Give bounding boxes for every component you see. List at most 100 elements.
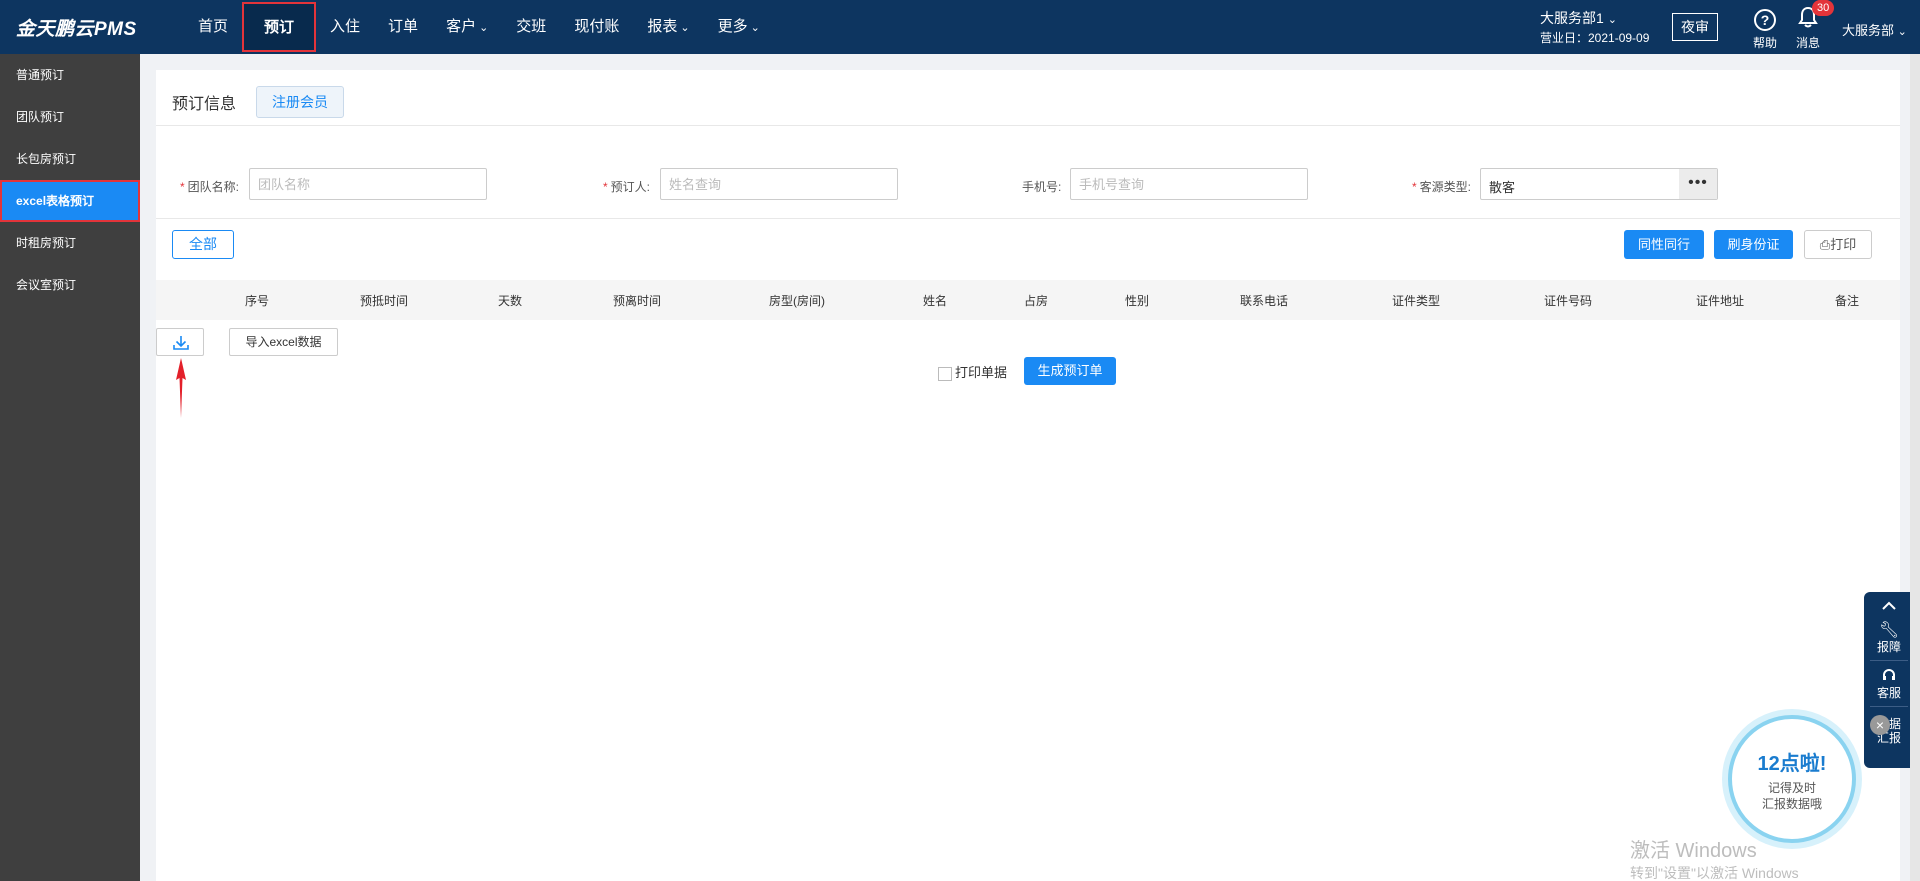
generate-order-button[interactable]: 生成预订单 <box>1024 357 1116 385</box>
col-header: 联系电话 <box>1239 294 1289 308</box>
register-member-button[interactable]: 注册会员 <box>256 86 344 118</box>
sidebar-item-excel-booking[interactable]: excel表格预订 <box>0 180 140 222</box>
booking-form: *团队名称: *预订人: 手机号: *客源类型: 散客 ••• <box>156 168 1900 208</box>
col-header: 证件地址 <box>1695 294 1745 308</box>
chevron-down-icon: ⌄ <box>1897 26 1907 38</box>
col-header: 证件类型 <box>1391 294 1441 308</box>
data-report-label-2: 汇报 <box>1876 731 1901 745</box>
help-label: 帮助 <box>1752 36 1777 50</box>
source-type-value: 散客 <box>1489 180 1516 195</box>
col-header: 预离时间 <box>612 294 662 308</box>
all-filter-button[interactable]: 全部 <box>172 230 234 259</box>
nav-label: 现付账 <box>574 18 620 35</box>
data-report-reminder[interactable]: 12点啦! 记得及时 汇报数据哦 <box>1728 715 1856 843</box>
source-type-label: * 客源类型: <box>1412 180 1472 194</box>
panel-title: 预订信息 <box>172 96 237 113</box>
print-receipt-label: 打印单据 <box>955 365 1008 380</box>
dept-name: 大服务部1 <box>1540 10 1604 26</box>
customer-service-label: 客服 <box>1876 686 1901 700</box>
reminder-line-1: 记得及时 <box>1767 781 1816 795</box>
messages-button[interactable]: 30 消息 <box>1788 0 1835 51</box>
nav-checkin[interactable]: 入住 <box>316 0 374 54</box>
nav-label: 预订 <box>264 19 295 36</box>
swipe-id-button[interactable]: 刷身份证 <box>1714 230 1793 259</box>
import-excel-button[interactable]: 导入excel数据 <box>229 328 338 356</box>
peer-button[interactable]: 同性同行 <box>1624 230 1704 259</box>
col-header: 证件号码 <box>1543 294 1593 308</box>
nav-cash-account[interactable]: 现付账 <box>560 0 633 54</box>
sidebar-item-team-booking[interactable]: 团队预订 <box>0 96 140 138</box>
nav-label: 更多 <box>717 18 748 35</box>
nav-orders[interactable]: 订单 <box>374 0 432 54</box>
nav-shift[interactable]: 交班 <box>502 0 560 54</box>
source-type-select[interactable]: 散客 ••• <box>1480 168 1718 200</box>
windows-activation-watermark: 激活 Windows 转到"设置"以激活 Windows <box>1630 840 1799 881</box>
chevron-down-icon: ⌄ <box>1607 14 1617 26</box>
wrench-icon: 🔧︎ <box>1878 622 1900 639</box>
phone-input[interactable] <box>1070 168 1308 200</box>
divider <box>156 218 1900 219</box>
nav-label: 订单 <box>388 18 419 35</box>
headset-icon <box>1864 667 1914 686</box>
help-button[interactable]: ? 帮助 <box>1745 6 1785 51</box>
chevron-up-icon[interactable] <box>1864 592 1914 618</box>
more-options-button[interactable]: ••• <box>1679 169 1717 199</box>
night-audit-button[interactable]: 夜审 <box>1672 13 1718 41</box>
chevron-down-icon: ⌄ <box>479 22 489 34</box>
print-button[interactable]: ⎙打印 <box>1804 230 1872 259</box>
nav-label: 首页 <box>198 18 229 35</box>
col-header: 预抵时间 <box>359 294 409 308</box>
nav-booking[interactable]: 预订 <box>242 2 317 52</box>
dept-selector[interactable]: 大服务部1 ⌄ 营业日：2021-09-09 <box>1540 9 1649 47</box>
nav-reports[interactable]: 报表 ⌄ <box>633 0 703 54</box>
checkbox-icon <box>938 366 952 381</box>
watermark-line-1: 激活 Windows <box>1630 840 1757 862</box>
nav-home[interactable]: 首页 <box>184 0 242 54</box>
col-header: 天数 <box>497 294 523 308</box>
main-nav: 首页 预订 入住 订单 客户 ⌄ 交班 现付账 报表 ⌄ 更多 ⌄ <box>184 0 774 54</box>
col-header: 备注 <box>1834 294 1860 308</box>
customer-service-button[interactable]: 客服 <box>1864 661 1914 700</box>
team-name-input[interactable] <box>249 168 487 200</box>
col-header: 占房 <box>1023 294 1049 308</box>
help-icon: ? <box>1754 9 1776 31</box>
phone-label: 手机号: <box>1022 180 1062 194</box>
booker-label: * 预订人: <box>603 180 651 194</box>
download-template-button[interactable] <box>156 328 204 356</box>
chevron-down-icon: ⌄ <box>680 22 690 34</box>
col-header: 姓名 <box>922 294 948 308</box>
report-fault-button[interactable]: 🔧︎ 报障 <box>1864 618 1914 654</box>
print-receipt-checkbox[interactable]: 打印单据 <box>938 362 1007 381</box>
booking-panel: 预订信息 注册会员 *团队名称: *预订人: 手机号: *客源类型: 散客 ••… <box>156 70 1900 881</box>
col-header: 房型(房间) <box>769 294 825 308</box>
red-arrow-annotation <box>176 358 186 418</box>
booker-input[interactable] <box>660 168 898 200</box>
close-icon[interactable]: × <box>1870 715 1890 735</box>
nav-label: 交班 <box>516 18 547 35</box>
business-date: 营业日：2021-09-09 <box>1540 31 1650 45</box>
sidebar-item-meeting-room-booking[interactable]: 会议室预订 <box>0 264 140 306</box>
col-header: 性别 <box>1124 294 1150 308</box>
top-nav-bar: 金天鹏云PMS 首页 预订 入住 订单 客户 ⌄ 交班 现付账 报表 ⌄ 更多 ⌄ 大… <box>0 0 1920 54</box>
sidebar-item-normal-booking[interactable]: 普通预订 <box>0 54 140 96</box>
user-menu[interactable]: 大服务部 ⌄ <box>1842 20 1907 39</box>
message-count-badge: 30 <box>1812 0 1835 16</box>
nav-label: 入住 <box>330 18 361 35</box>
page-scrollbar[interactable] <box>1910 54 1920 881</box>
table-header: 序号 预抵时间 天数 预离时间 房型(房间) 姓名 占房 性别 联系电话 证件类… <box>156 280 1900 320</box>
team-name-label: * 团队名称: <box>180 180 240 194</box>
reminder-line-2: 汇报数据哦 <box>1761 797 1822 811</box>
sidebar-item-long-term-booking[interactable]: 长包房预订 <box>0 138 140 180</box>
col-header: 序号 <box>244 294 270 308</box>
app-logo: 金天鹏云PMS <box>16 19 137 40</box>
nav-customers[interactable]: 客户 ⌄ <box>432 0 502 54</box>
download-icon <box>173 336 189 350</box>
nav-label: 客户 <box>446 18 477 35</box>
sidebar: 普通预订 团队预订 长包房预订 excel表格预订 时租房预订 会议室预订 <box>0 54 140 881</box>
watermark-line-2: 转到"设置"以激活 Windows <box>1630 865 1799 881</box>
panel-header: 预订信息 注册会员 <box>156 70 1900 126</box>
nav-more[interactable]: 更多 ⌄ <box>704 0 774 54</box>
reminder-title: 12点啦! <box>1757 753 1827 775</box>
sidebar-item-hourly-booking[interactable]: 时租房预订 <box>0 222 140 264</box>
user-name: 大服务部 <box>1842 23 1895 38</box>
